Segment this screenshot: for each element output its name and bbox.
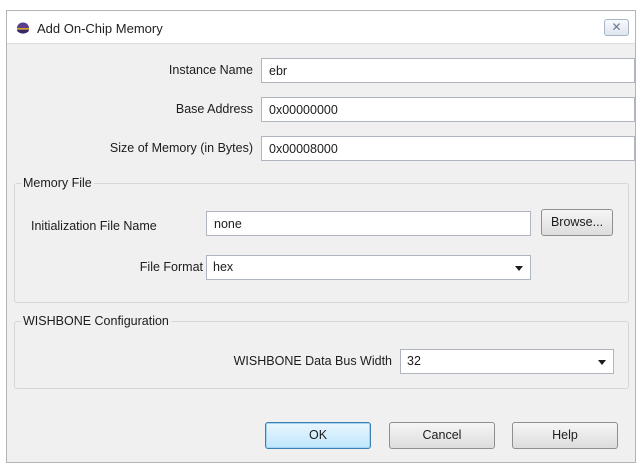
window-title: Add On-Chip Memory xyxy=(37,21,163,36)
memory-file-group xyxy=(14,183,629,303)
ok-button-label: OK xyxy=(308,428,328,442)
init-file-label: Initialization File Name xyxy=(31,219,157,233)
browse-button[interactable]: Browse... xyxy=(541,209,613,236)
title-bar: Add On-Chip Memory ✕ xyxy=(7,11,635,44)
close-button[interactable]: ✕ xyxy=(604,19,629,36)
wishbone-group-title: WISHBONE Configuration xyxy=(21,314,171,328)
chevron-down-icon xyxy=(598,360,606,365)
memory-file-group-title: Memory File xyxy=(21,176,94,190)
file-format-select[interactable]: hex xyxy=(206,255,531,280)
add-on-chip-memory-dialog: Add On-Chip Memory ✕ Instance Name Base … xyxy=(6,10,636,463)
base-address-input[interactable] xyxy=(261,97,635,122)
help-button[interactable]: Help xyxy=(512,422,618,449)
instance-name-label: Instance Name xyxy=(168,63,253,77)
base-address-label: Base Address xyxy=(175,102,253,116)
memory-size-label: Size of Memory (in Bytes) xyxy=(109,141,253,155)
bus-width-value: 32 xyxy=(407,354,421,368)
init-file-input[interactable] xyxy=(206,211,531,236)
ok-button[interactable]: OK xyxy=(265,422,371,449)
cancel-button[interactable]: Cancel xyxy=(389,422,495,449)
close-icon: ✕ xyxy=(611,20,622,34)
app-icon xyxy=(17,22,29,34)
help-button-label: Help xyxy=(552,428,578,442)
file-format-label: File Format xyxy=(139,260,203,274)
cancel-button-label: Cancel xyxy=(422,428,462,442)
file-format-value: hex xyxy=(213,260,234,274)
instance-name-input[interactable] xyxy=(261,58,635,83)
bus-width-select[interactable]: 32 xyxy=(400,349,614,374)
bus-width-label: WISHBONE Data Bus Width xyxy=(233,354,392,368)
chevron-down-icon xyxy=(515,266,523,271)
browse-button-label: Browse... xyxy=(550,215,604,229)
memory-size-input[interactable] xyxy=(261,136,635,161)
